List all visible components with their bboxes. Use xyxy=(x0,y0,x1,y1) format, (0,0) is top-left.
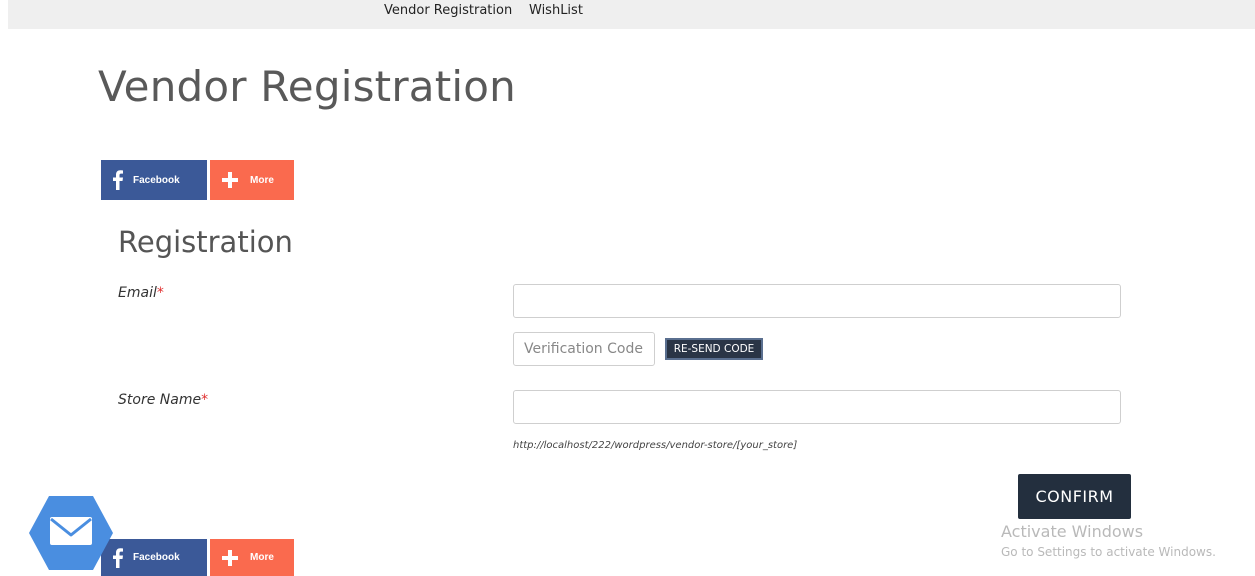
facebook-share-button-bottom[interactable]: Facebook xyxy=(101,539,207,576)
confirm-button[interactable]: CONFIRM xyxy=(1018,474,1131,519)
more-share-label: More xyxy=(250,174,274,186)
registration-heading: Registration xyxy=(118,225,293,259)
plus-icon xyxy=(222,549,238,566)
facebook-share-label: Facebook xyxy=(133,552,180,563)
email-field[interactable] xyxy=(513,284,1121,318)
facebook-icon xyxy=(113,170,123,190)
facebook-share-label: Facebook xyxy=(133,174,180,186)
nav-link-vendor-registration[interactable]: Vendor Registration xyxy=(384,3,512,18)
store-url-hint: http://localhost/222/wordpress/vendor-st… xyxy=(513,440,798,451)
plus-icon xyxy=(222,172,238,188)
required-marker: * xyxy=(201,392,209,408)
store-name-label: Store Name* xyxy=(118,392,209,408)
envelope-icon xyxy=(50,517,92,545)
verification-code-input[interactable] xyxy=(513,332,655,366)
activate-windows-hint: Go to Settings to activate Windows. xyxy=(1001,545,1216,559)
mail-contact-button[interactable] xyxy=(28,495,114,571)
more-share-button[interactable]: More xyxy=(210,160,294,200)
nav-link-wishlist[interactable]: WishList xyxy=(529,3,583,18)
required-marker: * xyxy=(156,285,164,301)
more-share-button-bottom[interactable]: More xyxy=(210,539,294,576)
store-name-field[interactable] xyxy=(513,390,1121,424)
activate-windows-title: Activate Windows xyxy=(1001,522,1144,541)
email-label: Email* xyxy=(118,285,164,301)
page-title: Vendor Registration xyxy=(98,62,516,111)
resend-code-button[interactable]: RE-SEND CODE xyxy=(665,338,763,360)
more-share-label: More xyxy=(250,552,274,563)
top-navigation: Vendor Registration WishList xyxy=(8,0,1255,29)
facebook-share-button[interactable]: Facebook xyxy=(101,160,207,200)
facebook-icon xyxy=(113,547,123,568)
